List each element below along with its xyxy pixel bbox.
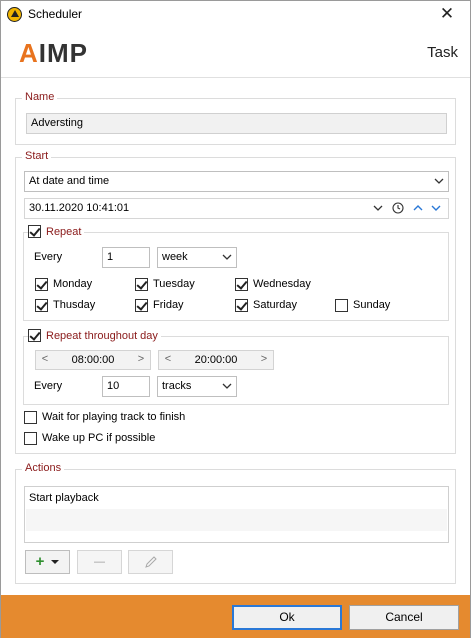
chevron-down-icon	[434, 178, 444, 184]
repeat-period-select[interactable]: week	[157, 247, 237, 268]
time-to-value: 20:00:00	[194, 354, 238, 366]
repeat-every-input[interactable]: 1	[102, 247, 150, 268]
actions-group: Actions Start playback + —	[15, 462, 456, 584]
datetime-value: 30.11.2020 10:41:01	[29, 202, 130, 214]
day-checkbox[interactable]	[235, 298, 248, 312]
throughout-unit-value: tracks	[162, 380, 192, 392]
day-label: Tuesday	[153, 278, 195, 290]
throughout-group: Repeat throughout day < 08:00:00 > < 20:…	[23, 329, 449, 405]
wake-label: Wake up PC if possible	[42, 432, 156, 444]
day-checkbox[interactable]	[35, 298, 48, 312]
wait-for-track-option[interactable]: Wait for playing track to finish	[24, 409, 185, 425]
throughout-every-input[interactable]: 10	[102, 376, 150, 397]
day-checkbox[interactable]	[135, 298, 148, 312]
start-mode-select[interactable]: At date and time	[24, 171, 449, 192]
chevron-down-icon[interactable]	[430, 202, 442, 214]
time-from-spinner[interactable]: < 08:00:00 >	[35, 350, 151, 370]
edit-action-button[interactable]	[128, 550, 173, 574]
repeat-legend: Repeat	[28, 225, 85, 238]
throughout-label: Repeat throughout day	[46, 329, 158, 342]
chevron-up-icon[interactable]	[412, 202, 424, 214]
plus-icon: +	[35, 553, 45, 570]
scheduler-window: Scheduler ✕ AIMP Task Name Adversting St…	[0, 0, 471, 638]
cancel-button[interactable]: Cancel	[349, 605, 459, 630]
repeat-group: Repeat Every 1 week Monday Tuesday Wedne…	[23, 225, 449, 321]
time-to-spinner[interactable]: < 20:00:00 >	[158, 350, 274, 370]
repeat-period-value: week	[162, 251, 188, 263]
name-legend: Name	[22, 91, 58, 103]
caret-down-icon	[51, 560, 60, 564]
throughout-legend: Repeat throughout day	[28, 329, 161, 342]
start-group: Start At date and time 30.11.2020 10:41:…	[15, 150, 456, 454]
repeat-checkbox[interactable]	[28, 225, 41, 238]
title-bar: Scheduler ✕	[1, 1, 470, 28]
throughout-every-label: Every	[34, 380, 63, 392]
day-checkbox[interactable]	[35, 277, 48, 291]
datetime-picker[interactable]: 30.11.2020 10:41:01	[24, 198, 449, 219]
close-button[interactable]: ✕	[432, 3, 462, 25]
wake-pc-option[interactable]: Wake up PC if possible	[24, 430, 155, 446]
page-title: Task	[427, 44, 458, 61]
day-checkbox[interactable]	[335, 298, 348, 312]
aimp-app-icon	[7, 7, 22, 22]
day-label: Monday	[53, 278, 93, 290]
ok-button[interactable]: Ok	[232, 605, 342, 630]
day-tuesday[interactable]: Tuesday	[135, 276, 195, 292]
chevron-down-icon	[222, 254, 232, 260]
day-checkbox[interactable]	[235, 277, 248, 291]
wake-checkbox[interactable]	[24, 431, 37, 445]
remove-action-button[interactable]: —	[77, 550, 122, 574]
day-saturday[interactable]: Saturday	[235, 297, 297, 313]
chevron-right-icon[interactable]: >	[258, 353, 270, 365]
minus-icon: —	[94, 556, 105, 568]
time-from-value: 08:00:00	[71, 354, 115, 366]
name-input[interactable]: Adversting	[26, 113, 447, 134]
repeat-label: Repeat	[46, 225, 82, 238]
chevron-down-icon[interactable]	[372, 202, 384, 214]
day-label: Sunday	[353, 299, 391, 311]
day-monday[interactable]: Monday	[35, 276, 92, 292]
chevron-down-icon	[222, 383, 232, 389]
start-mode-value: At date and time	[29, 175, 110, 187]
throughout-checkbox[interactable]	[28, 329, 41, 342]
day-label: Friday	[153, 299, 184, 311]
window-title: Scheduler	[28, 7, 83, 21]
wait-checkbox[interactable]	[24, 410, 37, 424]
header: AIMP Task	[1, 28, 470, 78]
aimp-logo: AIMP	[19, 38, 89, 68]
throughout-unit-select[interactable]: tracks	[157, 376, 237, 397]
day-sunday[interactable]: Sunday	[335, 297, 390, 313]
actions-list[interactable]: Start playback	[24, 486, 449, 543]
name-group: Name Adversting	[15, 91, 456, 145]
day-friday[interactable]: Friday	[135, 297, 184, 313]
day-wednesday[interactable]: Wednesday	[235, 276, 311, 292]
day-label: Wednesday	[253, 278, 311, 290]
start-legend: Start	[22, 150, 52, 162]
chevron-right-icon[interactable]: >	[135, 353, 147, 365]
add-action-button[interactable]: +	[25, 550, 70, 574]
list-item[interactable]: Start playback	[29, 492, 99, 504]
wait-label: Wait for playing track to finish	[42, 411, 186, 423]
day-checkbox[interactable]	[135, 277, 148, 291]
day-label: Saturday	[253, 299, 298, 311]
footer-bar: Ok Cancel	[1, 595, 470, 638]
pencil-icon	[144, 556, 157, 568]
list-row-stripe	[26, 509, 447, 531]
actions-legend: Actions	[22, 462, 65, 474]
repeat-every-label: Every	[34, 251, 63, 263]
day-thursday[interactable]: Thusday	[35, 297, 95, 313]
clock-icon[interactable]	[392, 202, 404, 214]
day-label: Thusday	[53, 299, 96, 311]
